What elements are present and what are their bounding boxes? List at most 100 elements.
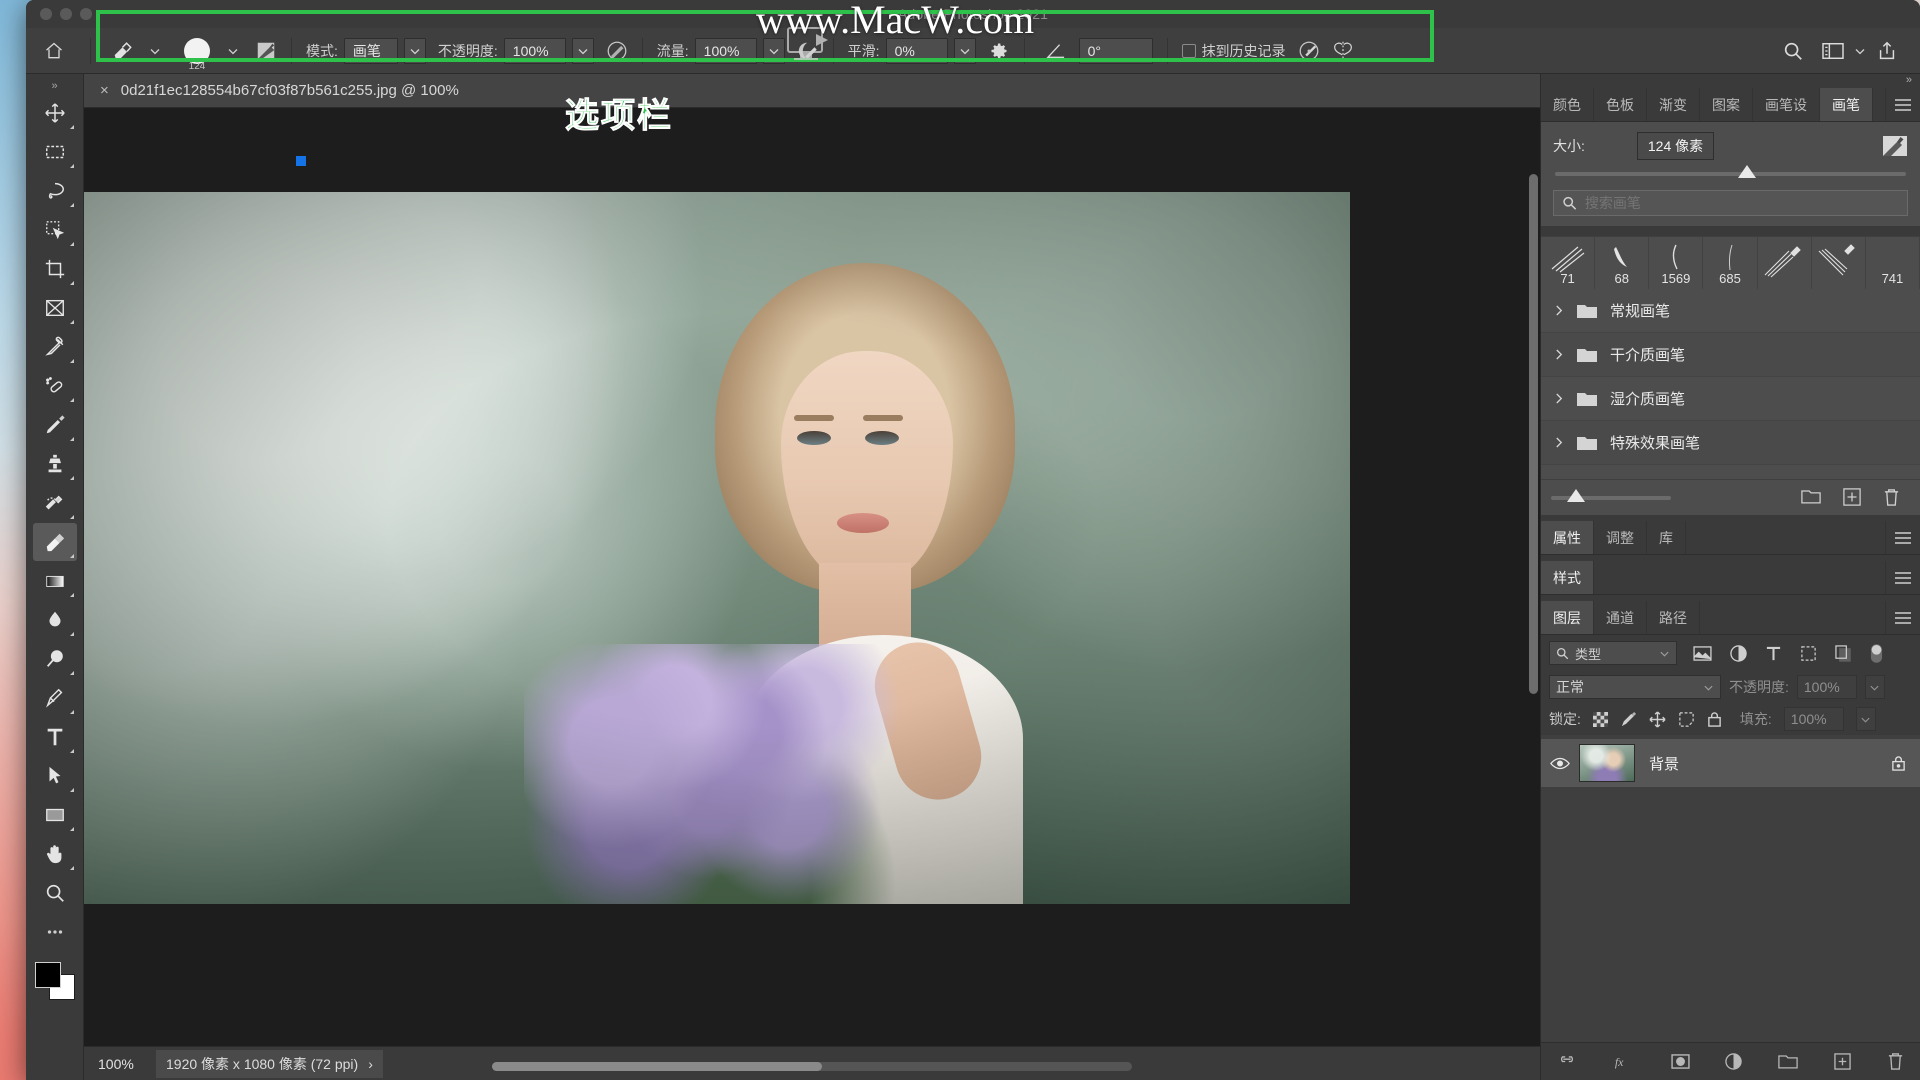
document-tab[interactable]: × 0d21f1ec128554b67cf03f87b561c255.jpg @…	[84, 74, 475, 107]
layer-thumbnail[interactable]	[1579, 744, 1635, 782]
tab-layers[interactable]: 图层	[1541, 601, 1594, 634]
zoom-level[interactable]: 100%	[98, 1056, 156, 1072]
more-tools[interactable]	[33, 913, 77, 951]
brush-folder-row[interactable]: 湿介质画笔	[1541, 377, 1920, 421]
frame-tool[interactable]	[33, 289, 77, 327]
lock-transparency-icon[interactable]	[1592, 711, 1608, 727]
rectangle-tool[interactable]	[33, 796, 77, 834]
mode-dropdown-caret[interactable]	[403, 37, 426, 64]
link-icon[interactable]	[1557, 1055, 1577, 1068]
marquee-tool[interactable]	[33, 133, 77, 171]
move-tool[interactable]	[33, 94, 77, 132]
brush-search-input[interactable]	[1584, 195, 1899, 211]
lock-icon[interactable]	[1891, 755, 1906, 772]
group-icon[interactable]	[1778, 1053, 1799, 1070]
chevron-right-icon[interactable]	[1555, 304, 1564, 317]
brush-preset[interactable]: 1569	[1649, 237, 1704, 289]
mask-icon[interactable]	[1671, 1054, 1690, 1069]
mode-value[interactable]: 画笔	[343, 37, 398, 64]
tab-gradients[interactable]: 渐变	[1647, 88, 1700, 121]
adjustment-filter-icon[interactable]	[1730, 644, 1747, 662]
filter-toggle[interactable]	[1870, 643, 1883, 664]
tab-libraries[interactable]: 库	[1647, 521, 1686, 554]
chevron-down-icon[interactable]	[145, 38, 165, 64]
tab-swatches[interactable]: 色板	[1594, 88, 1647, 121]
erase-to-history-checkbox[interactable]	[1181, 43, 1196, 58]
tool-preset-group[interactable]	[99, 34, 171, 68]
dock-collapse-icon[interactable]: »	[1541, 74, 1920, 88]
eraser-icon[interactable]	[105, 34, 139, 68]
dodge-tool[interactable]	[33, 640, 77, 678]
new-layer-icon[interactable]	[1834, 1053, 1851, 1070]
chevron-right-icon[interactable]	[1555, 392, 1564, 405]
panel-menu-icon[interactable]	[1886, 521, 1920, 554]
pen-tool[interactable]	[33, 679, 77, 717]
lasso-tool[interactable]	[33, 172, 77, 210]
layer-opacity-input[interactable]: 100%	[1796, 675, 1857, 699]
blend-mode-select[interactable]: 正常	[1549, 675, 1721, 699]
tab-brush-settings[interactable]: 画笔设	[1753, 88, 1820, 121]
eyedropper-tool[interactable]	[33, 328, 77, 366]
path-selection-tool[interactable]	[33, 757, 77, 795]
quick-selection-tool[interactable]	[33, 211, 77, 249]
hand-tool[interactable]	[33, 835, 77, 873]
tablet-pressure-icon[interactable]	[1292, 34, 1326, 68]
layer-fill-input[interactable]: 100%	[1783, 707, 1844, 731]
layer-opacity-caret[interactable]	[1864, 675, 1885, 699]
text-filter-icon[interactable]	[1765, 645, 1782, 662]
brush-settings-panel-icon[interactable]	[249, 34, 283, 68]
brush-preset[interactable]: 741	[1865, 237, 1920, 289]
layer-filter-type[interactable]: 类型	[1549, 641, 1677, 665]
brush-tip-preview[interactable]: 124	[177, 31, 217, 72]
canvas-horizontal-scrollbar[interactable]	[492, 1062, 1132, 1071]
gradient-tool[interactable]	[33, 562, 77, 600]
image-filter-icon[interactable]	[1693, 645, 1712, 661]
clone-stamp-tool[interactable]	[33, 445, 77, 483]
foreground-color-swatch[interactable]	[34, 962, 61, 988]
fx-icon[interactable]: fx	[1613, 1054, 1635, 1069]
color-swatches[interactable]	[34, 962, 75, 1000]
chevron-down-icon[interactable]	[1659, 648, 1670, 659]
opacity-pressure-icon[interactable]	[600, 34, 634, 68]
type-tool[interactable]	[33, 718, 77, 756]
flow-input[interactable]: 100%	[694, 37, 757, 64]
panel-menu-icon[interactable]	[1886, 601, 1920, 634]
zoom-tool[interactable]	[33, 874, 77, 912]
chevron-down-icon[interactable]	[223, 38, 243, 64]
tab-color[interactable]: 颜色	[1541, 88, 1594, 121]
toolbar-grip[interactable]: »	[26, 78, 83, 94]
brush-preset[interactable]	[1757, 237, 1812, 289]
chevron-down-icon[interactable]	[1850, 38, 1870, 64]
workspace-icon[interactable]	[1816, 34, 1850, 68]
home-icon[interactable]	[26, 28, 82, 74]
brush-preset-picker[interactable]: 124	[171, 31, 249, 72]
tab-brushes[interactable]: 画笔	[1820, 88, 1873, 121]
panel-menu-icon[interactable]	[1886, 561, 1920, 594]
blur-tool[interactable]	[33, 601, 77, 639]
brush-thumbnail-size-slider[interactable]	[1551, 488, 1671, 502]
delete-icon[interactable]	[1883, 488, 1900, 507]
brush-folder-row[interactable]: 常规画笔	[1541, 289, 1920, 333]
lock-position-icon[interactable]	[1649, 710, 1666, 728]
tab-patterns[interactable]: 图案	[1700, 88, 1753, 121]
lock-image-icon[interactable]	[1620, 711, 1637, 728]
canvas[interactable]	[84, 108, 1540, 1046]
tab-properties[interactable]: 属性	[1541, 521, 1594, 554]
brush-preset[interactable]: 68	[1595, 237, 1650, 289]
erase-to-history-group[interactable]: 抹到历史记录	[1176, 41, 1292, 61]
document-image[interactable]	[84, 192, 1350, 904]
canvas-vertical-scrollbar[interactable]	[1529, 174, 1538, 694]
brush-preset[interactable]: 71	[1541, 237, 1596, 289]
layers-list[interactable]: 背景	[1541, 735, 1920, 1042]
layer-name[interactable]: 背景	[1649, 753, 1679, 774]
crop-tool[interactable]	[33, 250, 77, 288]
brush-size-value[interactable]: 124 像素	[1636, 132, 1715, 160]
new-brush-preset-icon[interactable]	[1882, 134, 1908, 158]
history-brush-tool[interactable]	[33, 484, 77, 522]
brush-folder-row[interactable]: 特殊效果画笔	[1541, 421, 1920, 465]
brush-folder-row[interactable]: 干介质画笔	[1541, 333, 1920, 377]
layer-row[interactable]: 背景	[1541, 739, 1920, 787]
new-folder-icon[interactable]	[1801, 488, 1821, 507]
eraser-tool[interactable]	[32, 523, 77, 561]
new-brush-icon[interactable]	[1843, 488, 1861, 507]
